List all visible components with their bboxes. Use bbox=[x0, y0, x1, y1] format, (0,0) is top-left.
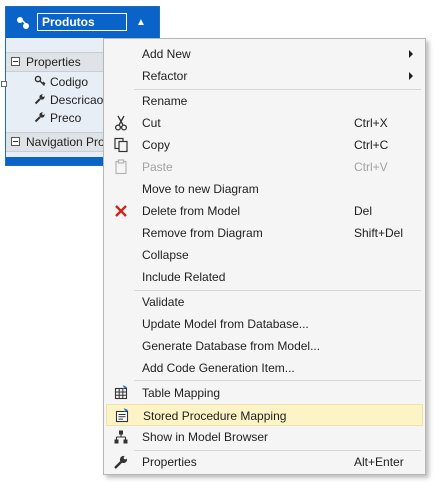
menu-item-refactor[interactable]: Refactor bbox=[106, 65, 423, 87]
delete-x-icon bbox=[115, 205, 127, 217]
entity-header[interactable]: Produtos ▲ bbox=[6, 7, 159, 38]
menu-separator bbox=[134, 380, 421, 381]
menu-item-label: Remove from Diagram bbox=[142, 226, 263, 240]
entity-title[interactable]: Produtos bbox=[37, 13, 127, 31]
menu-item-generate-database[interactable]: Generate Database from Model... bbox=[106, 335, 423, 357]
menu-item-add-code-generation[interactable]: Add Code Generation Item... bbox=[106, 357, 423, 379]
menu-item-label: Refactor bbox=[142, 69, 188, 83]
menu-item-label: Show in Model Browser bbox=[142, 430, 269, 444]
menu-item-paste[interactable]: Paste Ctrl+V bbox=[106, 156, 423, 178]
menu-item-label: Include Related bbox=[142, 270, 226, 284]
menu-item-shortcut: Shift+Del bbox=[354, 226, 404, 240]
menu-item-copy[interactable]: Copy Ctrl+C bbox=[106, 134, 423, 156]
menu-item-update-model[interactable]: Update Model from Database... bbox=[106, 313, 423, 335]
navigation-section-label: Navigation Pro bbox=[26, 135, 105, 149]
menu-item-label: Paste bbox=[142, 160, 173, 174]
menu-item-label: Add New bbox=[142, 47, 191, 61]
chevron-up-icon[interactable]: ▲ bbox=[134, 16, 148, 30]
context-menu: Add New Refactor Rename Cut Ctrl+X Copy … bbox=[103, 38, 426, 475]
collapse-toggle-icon[interactable] bbox=[11, 137, 20, 146]
menu-item-delete-from-model[interactable]: Delete from Model Del bbox=[106, 200, 423, 222]
model-browser-icon bbox=[114, 430, 128, 444]
key-property-icon bbox=[34, 75, 46, 86]
menu-item-label: Stored Procedure Mapping bbox=[143, 409, 287, 423]
menu-item-shortcut: Ctrl+X bbox=[354, 116, 388, 130]
wrench-icon bbox=[34, 112, 45, 123]
menu-item-include-related[interactable]: Include Related bbox=[106, 266, 423, 288]
menu-item-table-mapping[interactable]: Table Mapping bbox=[106, 382, 423, 404]
property-label: Preco bbox=[50, 111, 82, 125]
menu-item-cut[interactable]: Cut Ctrl+X bbox=[106, 112, 423, 134]
menu-item-label: Validate bbox=[142, 295, 185, 309]
resize-handle[interactable] bbox=[1, 81, 7, 87]
menu-item-label: Table Mapping bbox=[142, 386, 221, 400]
menu-item-show-in-model-browser[interactable]: Show in Model Browser bbox=[106, 426, 423, 448]
menu-item-label: Properties bbox=[142, 455, 197, 469]
properties-section-label: Properties bbox=[26, 55, 81, 69]
scissors-icon bbox=[114, 115, 128, 131]
menu-item-label: Add Code Generation Item... bbox=[142, 361, 295, 375]
copy-icon bbox=[114, 137, 128, 153]
wrench-icon bbox=[34, 94, 45, 105]
property-label: Descricao bbox=[50, 93, 104, 107]
menu-item-add-new[interactable]: Add New bbox=[106, 43, 423, 65]
submenu-arrow-icon bbox=[409, 50, 413, 58]
entity-type-icon bbox=[17, 17, 29, 29]
property-label: Codigo bbox=[50, 75, 89, 89]
menu-item-rename[interactable]: Rename bbox=[106, 90, 423, 112]
menu-item-shortcut: Ctrl+V bbox=[354, 160, 388, 174]
menu-item-label: Update Model from Database... bbox=[142, 317, 309, 331]
menu-item-shortcut: Ctrl+C bbox=[354, 138, 389, 152]
menu-item-collapse[interactable]: Collapse bbox=[106, 244, 423, 266]
stored-procedure-icon bbox=[115, 408, 129, 423]
menu-item-label: Move to new Diagram bbox=[142, 182, 259, 196]
paste-icon bbox=[115, 159, 127, 175]
table-mapping-icon bbox=[114, 385, 128, 400]
menu-item-label: Delete from Model bbox=[142, 204, 241, 218]
collapse-toggle-icon[interactable] bbox=[11, 57, 20, 66]
menu-item-properties[interactable]: Properties Alt+Enter bbox=[106, 451, 423, 473]
menu-item-label: Copy bbox=[142, 138, 171, 152]
menu-item-label: Collapse bbox=[142, 248, 189, 262]
submenu-arrow-icon bbox=[409, 72, 413, 80]
menu-item-label: Generate Database from Model... bbox=[142, 339, 321, 353]
menu-item-move-to-new-diagram[interactable]: Move to new Diagram bbox=[106, 178, 423, 200]
menu-item-label: Rename bbox=[142, 94, 188, 108]
wrench-icon bbox=[114, 455, 128, 469]
menu-item-remove-from-diagram[interactable]: Remove from Diagram Shift+Del bbox=[106, 222, 423, 244]
menu-item-shortcut: Alt+Enter bbox=[354, 455, 404, 469]
menu-item-validate[interactable]: Validate bbox=[106, 291, 423, 313]
menu-item-stored-procedure-mapping[interactable]: Stored Procedure Mapping bbox=[106, 404, 423, 426]
menu-item-label: Cut bbox=[142, 116, 161, 130]
menu-item-shortcut: Del bbox=[354, 204, 373, 218]
